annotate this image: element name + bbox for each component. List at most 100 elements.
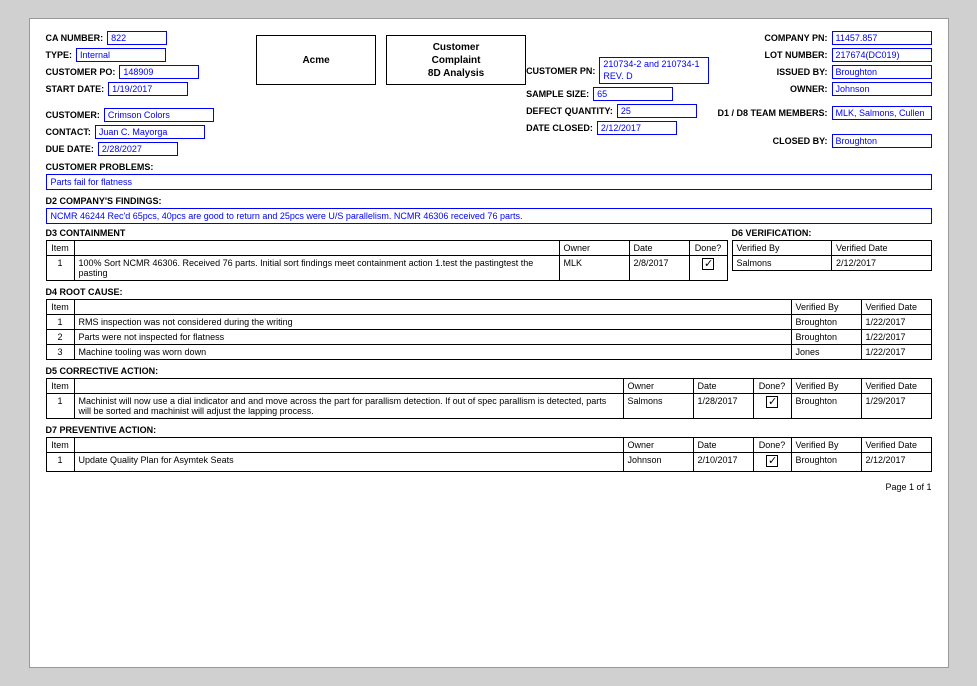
- page: CA NUMBER: 822 TYPE: Internal CUSTOMER P…: [29, 18, 949, 668]
- type-row: TYPE: Internal: [46, 48, 257, 62]
- customer-po-label: CUSTOMER PO:: [46, 67, 116, 77]
- customer-pn-row: CUSTOMER PN: 210734-2 and 210734-1 REV. …: [526, 57, 717, 84]
- d6-label: D6 VERIFICATION:: [732, 228, 932, 238]
- d7-col-owner: Owner: [623, 438, 693, 453]
- owner-label: OWNER:: [790, 84, 828, 94]
- d5-row1-owner: Salmons: [623, 394, 693, 419]
- page-footer: Page 1 of 1: [46, 482, 932, 492]
- d7-col-verified-date: Verified Date: [861, 438, 931, 453]
- d5-row1-description: Machinist will now use a dial indicator …: [74, 394, 623, 419]
- customer-pn-label: CUSTOMER PN:: [526, 66, 595, 76]
- d4-col-verified-date: Verified Date: [861, 300, 931, 315]
- table-row: 3 Machine tooling was worn down Jones 1/…: [46, 345, 931, 360]
- d4-row1-item: 1: [46, 315, 74, 330]
- lot-number-row: LOT NUMBER: 217674(DC019): [717, 48, 931, 62]
- company-pn-label: COMPANY PN:: [764, 33, 827, 43]
- d5-col-verified-by: Verified By: [791, 379, 861, 394]
- d7-col-verified-by: Verified By: [791, 438, 861, 453]
- d2-label: D2 COMPANY'S FINDINGS:: [46, 196, 932, 206]
- d7-col-description: [74, 438, 623, 453]
- d3-col-done: Done?: [689, 241, 727, 256]
- lot-number-value: 217674(DC019): [832, 48, 932, 62]
- d7-col-item: Item: [46, 438, 74, 453]
- ca-number-value: 822: [107, 31, 167, 45]
- d3-label: D3 CONTAINMENT: [46, 228, 728, 238]
- customer-po-row: CUSTOMER PO: 148909: [46, 65, 257, 79]
- d4-row1-verified-date: 1/22/2017: [861, 315, 931, 330]
- d3-col-owner: Owner: [559, 241, 629, 256]
- d3-row1-owner: MLK: [559, 256, 629, 281]
- customer-row: CUSTOMER: Crimson Colors: [46, 108, 257, 122]
- page-number: Page 1 of 1: [885, 482, 931, 492]
- company-box: Acme: [256, 35, 376, 85]
- d7-row1-verified-by: Broughton: [791, 453, 861, 472]
- start-date-value: 1/19/2017: [108, 82, 188, 96]
- closed-by-label: CLOSED BY:: [773, 136, 828, 146]
- d7-row1-date: 2/10/2017: [693, 453, 753, 472]
- company-pn-row: COMPANY PN: 11457.857: [717, 31, 931, 45]
- start-date-row: START DATE: 1/19/2017: [46, 82, 257, 96]
- d7-row1-done: [753, 453, 791, 472]
- d5-col-item: Item: [46, 379, 74, 394]
- table-row: 2 Parts were not inspected for flatness …: [46, 330, 931, 345]
- ca-number-label: CA NUMBER:: [46, 33, 104, 43]
- owner-value: Johnson: [832, 82, 932, 96]
- d3-d6-container: D3 CONTAINMENT Item Owner Date Done? 1 1…: [46, 228, 932, 281]
- d1-d8-value: MLK, Salmons, Cullen: [832, 106, 932, 120]
- d5-col-done: Done?: [753, 379, 791, 394]
- d6-col-verified-date: Verified Date: [832, 241, 932, 256]
- d3-section: D3 CONTAINMENT Item Owner Date Done? 1 1…: [46, 228, 728, 281]
- d4-col-verified-by: Verified By: [791, 300, 861, 315]
- checkbox-checked: [766, 455, 778, 467]
- d7-label: D7 PREVENTIVE ACTION:: [46, 425, 932, 435]
- issued-by-value: Broughton: [832, 65, 932, 79]
- d1-d8-label: D1 / D8 TEAM MEMBERS:: [717, 108, 827, 118]
- issued-by-row: ISSUED BY: Broughton: [717, 65, 931, 79]
- d5-col-verified-date: Verified Date: [861, 379, 931, 394]
- due-date-label: DUE DATE:: [46, 144, 94, 154]
- d3-row1-item: 1: [46, 256, 74, 281]
- d6-row1-verified-by: Salmons: [732, 256, 832, 271]
- customer-pn-value: 210734-2 and 210734-1 REV. D: [599, 57, 709, 84]
- d4-row3-description: Machine tooling was worn down: [74, 345, 791, 360]
- d3-table: Item Owner Date Done? 1 100% Sort NCMR 4…: [46, 240, 728, 281]
- d4-row1-verified-by: Broughton: [791, 315, 861, 330]
- d4-row2-item: 2: [46, 330, 74, 345]
- d5-row1-verified-date: 1/29/2017: [861, 394, 931, 419]
- d5-label: D5 CORRECTIVE ACTION:: [46, 366, 932, 376]
- d7-row1-item: 1: [46, 453, 74, 472]
- customer-po-value: 148909: [119, 65, 199, 79]
- d3-col-item: Item: [46, 241, 74, 256]
- d5-row1-verified-by: Broughton: [791, 394, 861, 419]
- due-date-value: 2/28/2027: [98, 142, 178, 156]
- date-closed-label: DATE CLOSED:: [526, 123, 593, 133]
- d3-row1-date: 2/8/2017: [629, 256, 689, 281]
- report-title: CustomerComplaint8D Analysis: [428, 41, 484, 80]
- ca-number-row: CA NUMBER: 822: [46, 31, 257, 45]
- start-date-label: START DATE:: [46, 84, 105, 94]
- table-row: 1 RMS inspection was not considered duri…: [46, 315, 931, 330]
- date-closed-row: DATE CLOSED: 2/12/2017: [526, 121, 717, 135]
- table-row: Salmons 2/12/2017: [732, 256, 931, 271]
- d4-row2-verified-by: Broughton: [791, 330, 861, 345]
- d5-table: Item Owner Date Done? Verified By Verifi…: [46, 378, 932, 419]
- d4-col-item: Item: [46, 300, 74, 315]
- type-value: Internal: [76, 48, 166, 62]
- d5-row1-done: [753, 394, 791, 419]
- d4-table: Item Verified By Verified Date 1 RMS ins…: [46, 299, 932, 360]
- d4-row1-description: RMS inspection was not considered during…: [74, 315, 791, 330]
- d4-row2-description: Parts were not inspected for flatness: [74, 330, 791, 345]
- defect-qty-row: DEFECT QUANTITY: 25: [526, 104, 717, 118]
- d2-value: NCMR 46244 Rec'd 65pcs, 40pcs are good t…: [46, 208, 932, 224]
- d1-d8-row: D1 / D8 TEAM MEMBERS: MLK, Salmons, Cull…: [717, 106, 931, 120]
- d7-col-done: Done?: [753, 438, 791, 453]
- title-box: CustomerComplaint8D Analysis: [386, 35, 526, 85]
- d5-col-owner: Owner: [623, 379, 693, 394]
- d5-col-description: [74, 379, 623, 394]
- table-row: 1 Update Quality Plan for Asymtek Seats …: [46, 453, 931, 472]
- closed-by-value: Broughton: [832, 134, 932, 148]
- table-row: 1 Machinist will now use a dial indicato…: [46, 394, 931, 419]
- d4-label: D4 ROOT CAUSE:: [46, 287, 932, 297]
- issued-by-label: ISSUED BY:: [777, 67, 828, 77]
- d6-col-verified-by: Verified By: [732, 241, 832, 256]
